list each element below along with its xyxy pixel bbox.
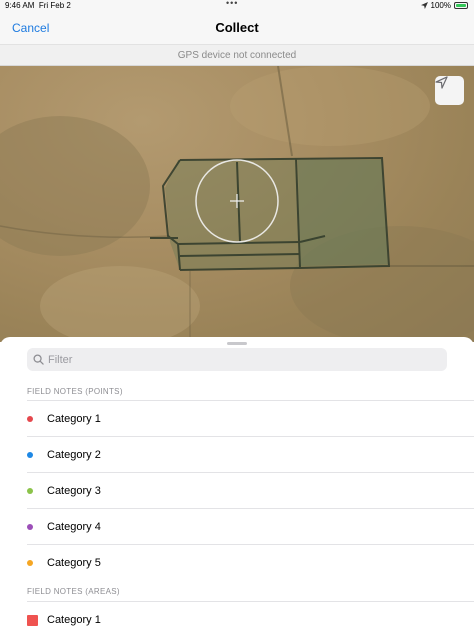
category-item-points-2[interactable]: Category 2: [27, 437, 447, 473]
category-label: Category 1: [47, 614, 101, 626]
status-bar: 9:46 AM Fri Feb 2 ••• 100%: [0, 0, 474, 13]
section-header-areas: FIELD NOTES (AREAS): [27, 587, 120, 596]
category-color-dot: [27, 488, 33, 494]
category-color-dot: [27, 416, 33, 422]
search-icon: [33, 354, 44, 365]
category-item-points-5[interactable]: Category 5: [27, 545, 447, 581]
locate-me-button[interactable]: [435, 76, 464, 105]
category-label: Category 5: [47, 557, 101, 569]
map-imagery: [0, 66, 474, 342]
category-label: Category 4: [47, 521, 101, 533]
category-sheet: FIELD NOTES (POINTS) Category 1 Category…: [0, 337, 474, 632]
category-item-points-4[interactable]: Category 4: [27, 509, 447, 545]
category-item-points-1[interactable]: Category 1: [27, 401, 447, 437]
battery-percent: 100%: [430, 1, 451, 10]
filter-input[interactable]: [48, 353, 438, 366]
battery-icon: [454, 2, 468, 9]
navigation-bar: Cancel Collect: [0, 13, 474, 44]
sheet-grabber[interactable]: [227, 342, 247, 345]
category-label: Category 1: [47, 413, 101, 425]
category-label: Category 3: [47, 485, 101, 497]
location-arrow-icon: [435, 76, 448, 89]
multitasking-dots-icon[interactable]: •••: [226, 0, 238, 8]
filter-search-field[interactable]: [27, 348, 447, 371]
category-color-swatch: [27, 614, 38, 626]
category-item-points-3[interactable]: Category 3: [27, 473, 447, 509]
satellite-map[interactable]: [0, 66, 474, 342]
section-header-points: FIELD NOTES (POINTS): [27, 387, 123, 396]
status-right: 100%: [420, 1, 468, 10]
category-color-dot: [27, 524, 33, 530]
category-label: Category 2: [47, 449, 101, 461]
category-color-dot: [27, 452, 33, 458]
gps-status-banner: GPS device not connected: [0, 44, 474, 66]
category-item-areas-1[interactable]: Category 1: [27, 602, 447, 632]
page-title: Collect: [215, 20, 259, 35]
location-services-icon: [420, 2, 428, 9]
category-color-dot: [27, 560, 33, 566]
status-time: 9:46 AM Fri Feb 2: [5, 1, 71, 10]
